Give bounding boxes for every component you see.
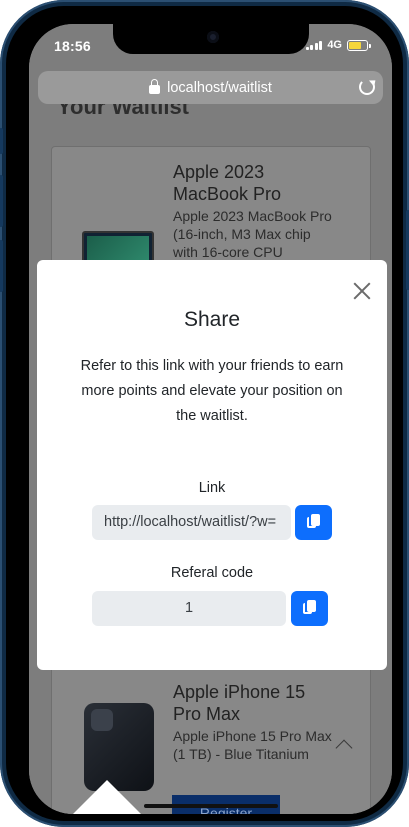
share-modal: Share Refer to this link with your frien…: [37, 260, 387, 670]
copy-code-button[interactable]: [291, 591, 328, 626]
bezel: Your Waitlist Apple 2023 MacBook Pro App…: [6, 6, 403, 821]
product-title: Apple 2023 MacBook Pro: [173, 162, 282, 204]
status-indicators: 4G: [305, 39, 371, 51]
home-indicator[interactable]: [144, 804, 278, 808]
product-description: Apple iPhone 15 Pro Max (1 TB) - Blue Ti…: [173, 728, 332, 762]
battery-icon: [347, 39, 371, 51]
network-type: 4G: [327, 39, 342, 51]
copy-icon: [303, 600, 317, 616]
reload-icon[interactable]: [359, 79, 375, 95]
close-icon[interactable]: [353, 282, 371, 300]
phone-frame: Your Waitlist Apple 2023 MacBook Pro App…: [0, 0, 409, 827]
link-label: Link: [198, 480, 226, 496]
status-time: 18:56: [54, 38, 91, 54]
volume-down-button: [0, 240, 3, 292]
screen: Your Waitlist Apple 2023 MacBook Pro App…: [29, 24, 392, 814]
modal-title: Share: [183, 308, 241, 331]
link-input[interactable]: http://localhost/waitlist/?w=: [92, 505, 291, 540]
modal-description: Refer to this link with your friends to …: [80, 358, 344, 424]
referral-code-input[interactable]: 1: [92, 591, 286, 626]
overlay-triangle: [71, 780, 143, 814]
product-title: Apple iPhone 15 Pro Max: [173, 682, 306, 724]
signal-icon: [305, 40, 323, 50]
iphone-image: [84, 703, 154, 791]
copy-link-button[interactable]: [295, 505, 332, 540]
lock-icon: [149, 78, 161, 95]
notch: [113, 24, 309, 54]
copy-icon: [307, 514, 321, 530]
mute-switch: [0, 128, 3, 154]
address-bar[interactable]: localhost/waitlist: [38, 71, 383, 104]
referral-code-label: Referal code: [170, 565, 254, 581]
product-description: Apple 2023 MacBook Pro (16-inch, M3 Max …: [173, 208, 332, 260]
chevron-up-icon[interactable]: [335, 739, 353, 757]
volume-up-button: [0, 175, 3, 227]
camera-icon: [207, 31, 219, 43]
url-text: localhost/waitlist: [167, 79, 272, 96]
